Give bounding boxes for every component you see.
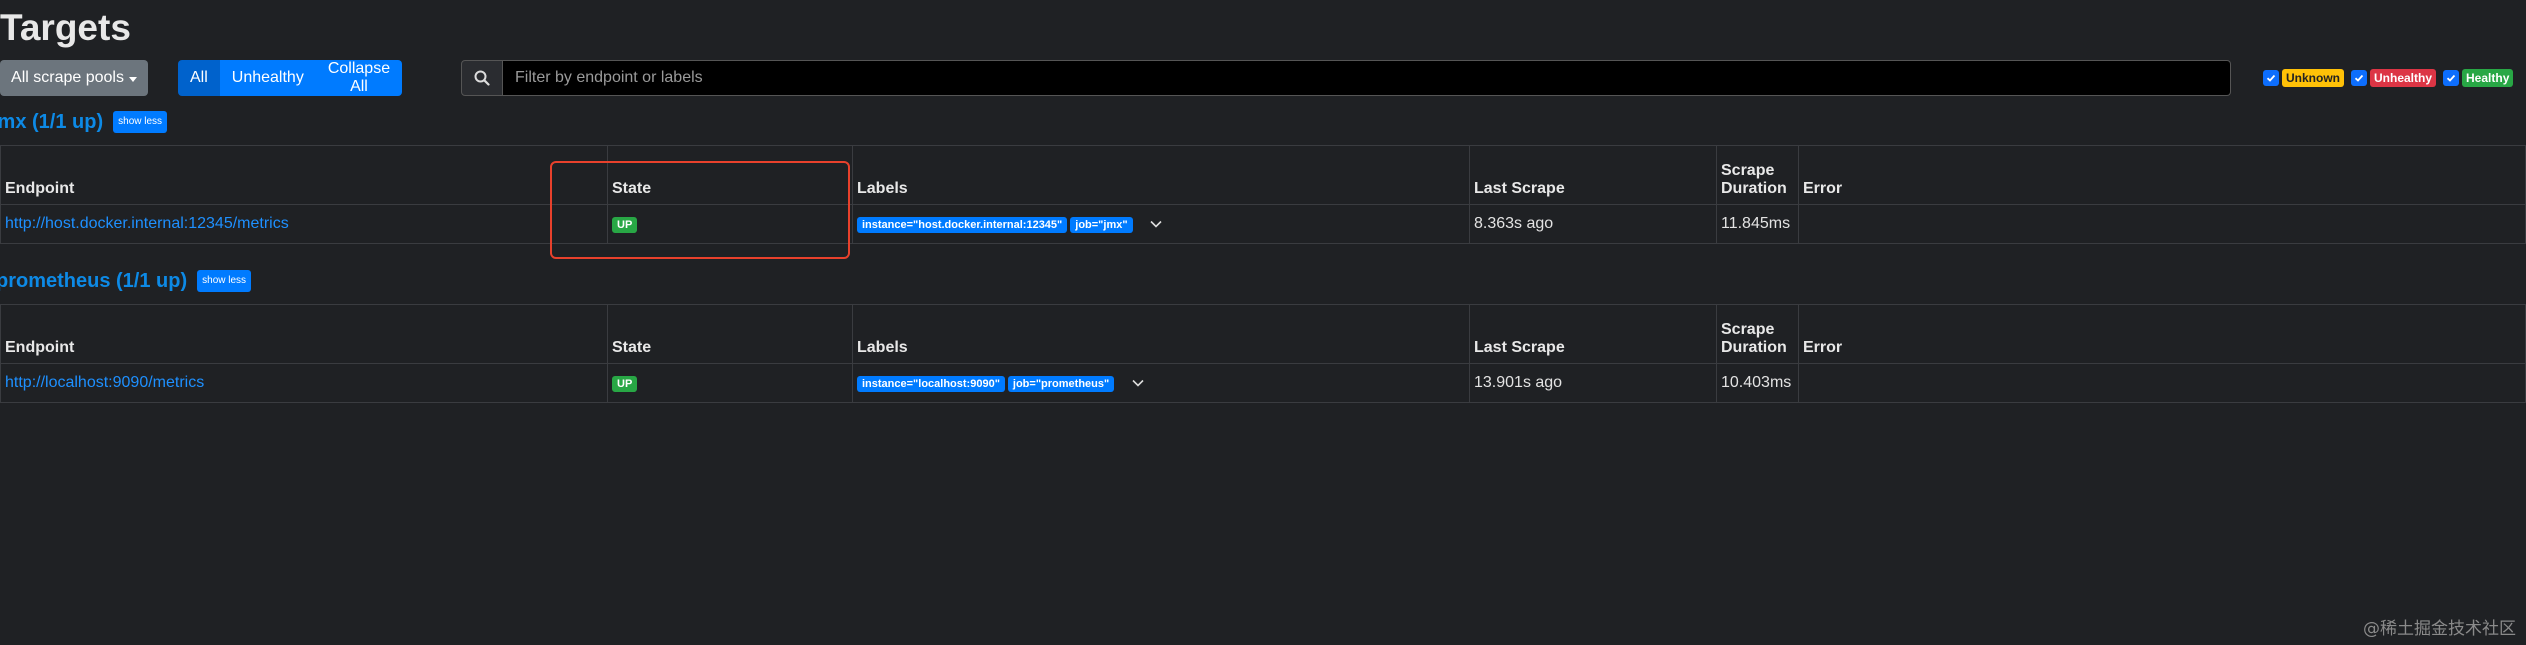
filter-unhealthy-button[interactable]: Unhealthy (219, 60, 316, 96)
chevron-down-icon[interactable] (1132, 374, 1144, 392)
table-header: Endpoint State Labels Last Scrape Scrape… (0, 145, 2526, 205)
scrape-pools-dropdown[interactable]: All scrape pools (0, 60, 148, 96)
col-error: Error (1798, 304, 2526, 364)
search-icon (461, 60, 503, 96)
state-highlight-box (550, 161, 850, 259)
label-badge: job="jmx" (1070, 217, 1133, 234)
col-labels: Labels (852, 145, 1470, 205)
unhealthy-checkbox[interactable] (2351, 70, 2367, 86)
error-value (1798, 204, 2526, 244)
watermark: @稀土掘金技术社区 (2363, 619, 2516, 639)
label-badge: job="prometheus" (1007, 376, 1115, 393)
health-legend: Unknown Unhealthy Healthy (2263, 69, 2517, 87)
scrape-pool-prometheus: prometheus (1/1 up) show less (0, 268, 252, 294)
search-input[interactable] (503, 60, 2231, 96)
targets-table-jmx: Endpoint State Labels Last Scrape Scrape… (0, 145, 2526, 244)
targets-table-prometheus: Endpoint State Labels Last Scrape Scrape… (0, 304, 2526, 403)
collapse-all-button[interactable]: Collapse All (315, 60, 403, 96)
state-badge: UP (612, 376, 638, 392)
show-less-button[interactable]: show less (113, 111, 168, 133)
health-filter-group: All Unhealthy Collapse All (178, 60, 403, 96)
healthy-checkbox[interactable] (2443, 70, 2460, 86)
col-last-scrape: Last Scrape (1469, 145, 1717, 205)
error-value (1798, 363, 2526, 403)
healthy-badge: Healthy (2462, 69, 2514, 87)
chevron-down-icon[interactable] (1150, 215, 1162, 233)
scrape-duration-value: 11.845ms (1716, 204, 1799, 244)
endpoint-link[interactable]: http://localhost:9090/metrics (5, 374, 204, 391)
scrape-pools-label: All scrape pools (11, 69, 124, 86)
col-endpoint: Endpoint (0, 304, 608, 364)
filter-all-button[interactable]: All (178, 60, 220, 96)
unhealthy-badge: Unhealthy (2370, 69, 2437, 87)
label-badge: instance="host.docker.internal:12345" (857, 217, 1068, 234)
page-title: Targets (0, 7, 131, 48)
scrape-duration-value: 10.403ms (1716, 363, 1799, 403)
col-labels: Labels (852, 304, 1470, 364)
col-last-scrape: Last Scrape (1469, 304, 1717, 364)
search-box (461, 60, 2231, 96)
show-less-button[interactable]: show less (197, 270, 252, 292)
unknown-badge: Unknown (2282, 69, 2344, 87)
col-scrape-duration: Scrape Duration (1716, 145, 1799, 205)
table-row: http://host.docker.internal:12345/metric… (0, 204, 2526, 244)
last-scrape-value: 8.363s ago (1469, 204, 1717, 244)
col-scrape-duration: Scrape Duration (1716, 304, 1799, 364)
last-scrape-value: 13.901s ago (1469, 363, 1717, 403)
label-badge: instance="localhost:9090" (857, 376, 1005, 393)
unknown-checkbox[interactable] (2263, 70, 2279, 86)
scrape-pool-jmx: jmx (1/1 up) show less (0, 109, 168, 135)
col-error: Error (1798, 145, 2526, 205)
col-state: State (607, 304, 853, 364)
pool-title[interactable]: prometheus (1/1 up) (0, 270, 187, 293)
endpoint-link[interactable]: http://host.docker.internal:12345/metric… (5, 215, 289, 232)
table-row: http://localhost:9090/metrics UP instanc… (0, 363, 2526, 403)
caret-down-icon (128, 76, 137, 82)
pool-title[interactable]: jmx (1/1 up) (0, 111, 103, 134)
col-endpoint: Endpoint (0, 145, 608, 205)
table-header: Endpoint State Labels Last Scrape Scrape… (0, 304, 2526, 364)
